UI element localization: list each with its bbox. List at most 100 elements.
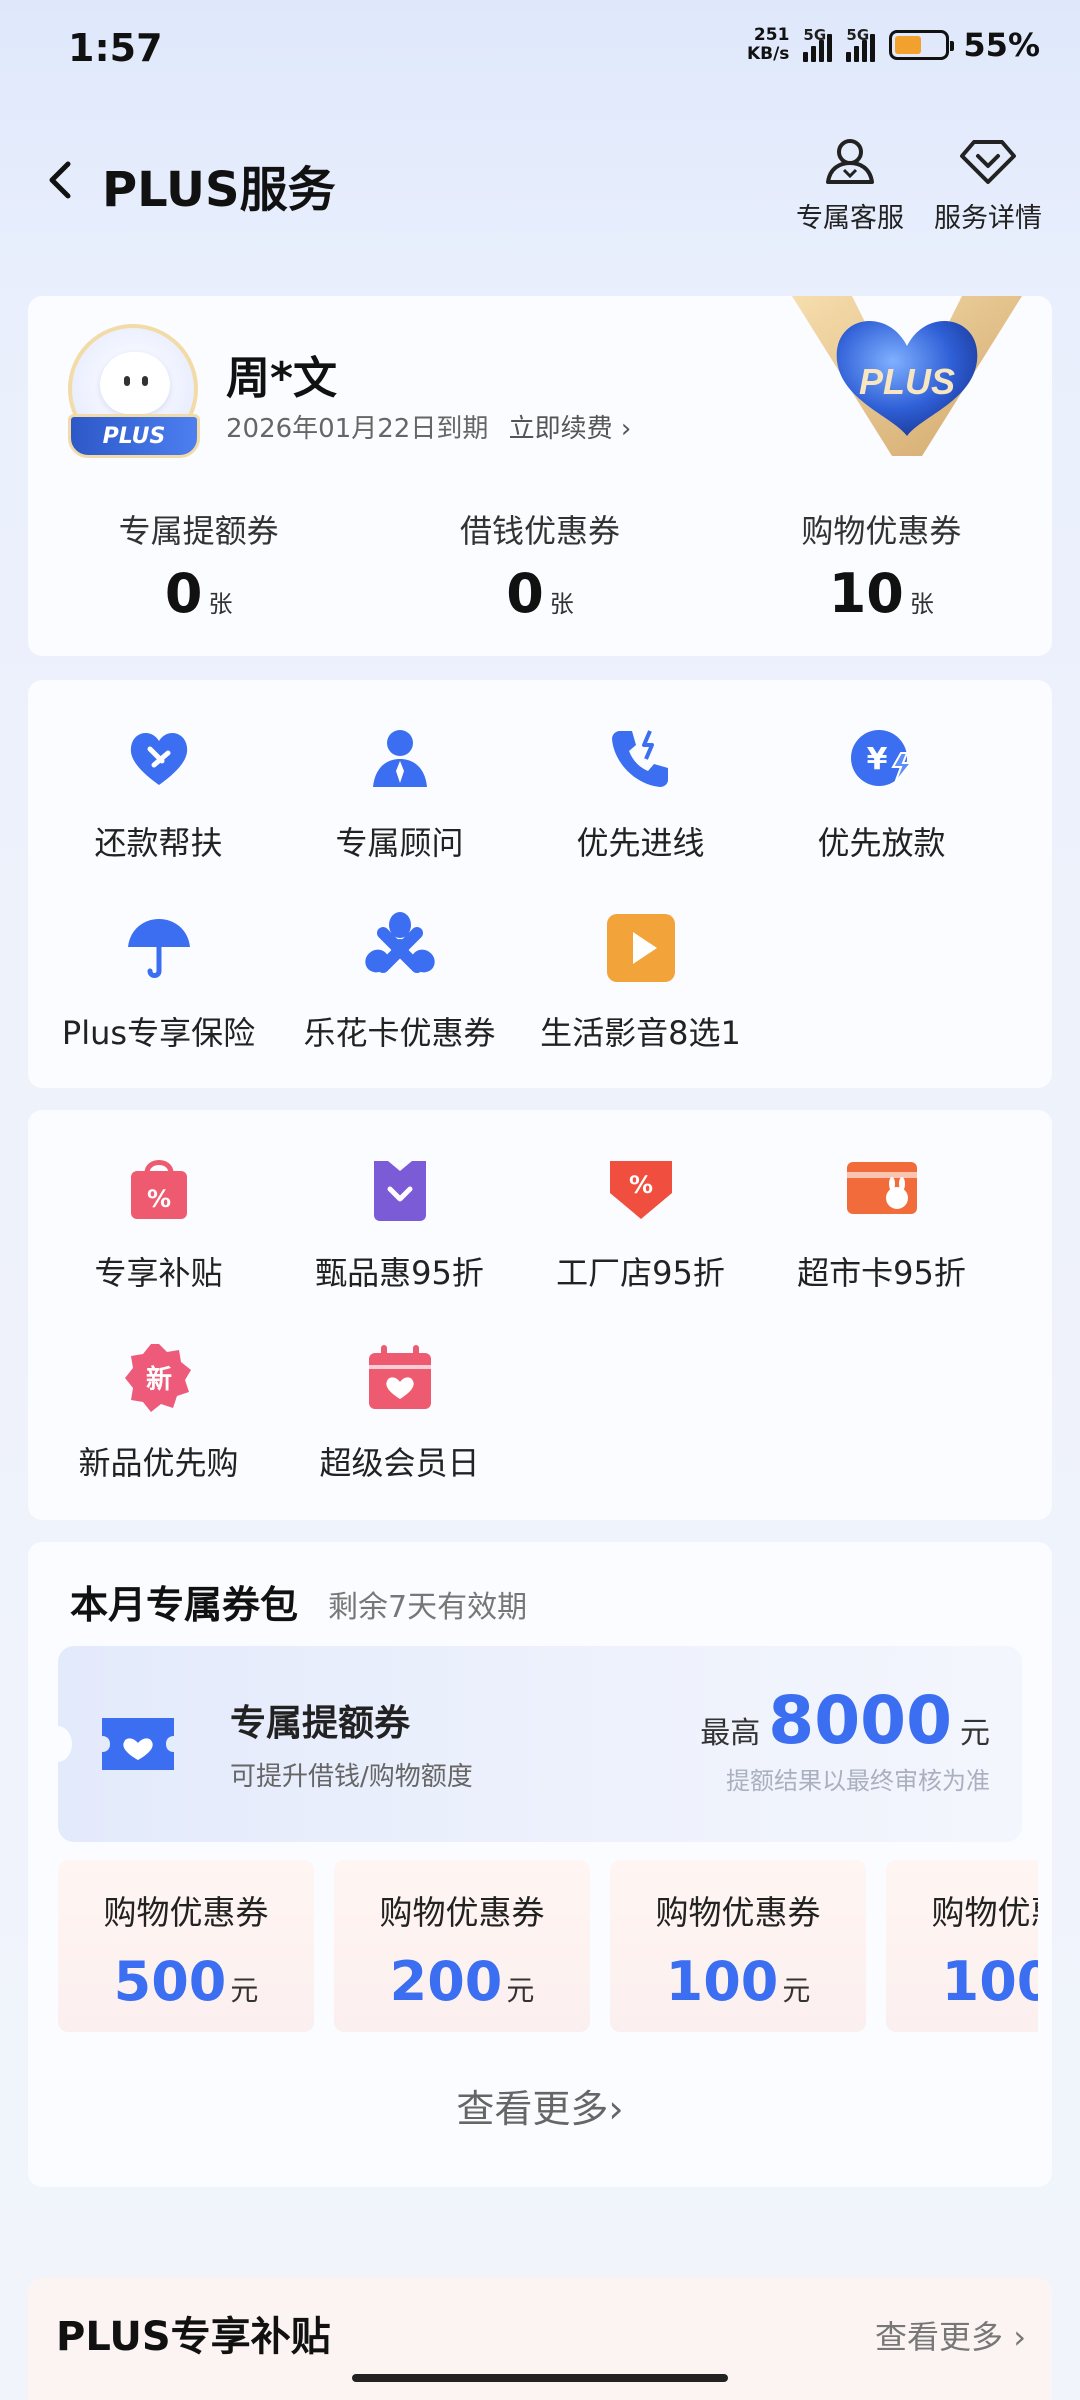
quota-coupon[interactable]: 专属提额券 可提升借钱/购物额度 最高 8000 元 提额结果以最终审核为准 <box>44 1646 1022 1842</box>
signal-icon: 5G <box>846 26 876 62</box>
view-more-coupons-link[interactable]: 查看更多› <box>28 2078 1052 2133</box>
service-repayment-help[interactable]: 还款帮扶 <box>38 718 279 908</box>
member-expiry: 2026年01月22日到期 <box>226 414 489 444</box>
coupon-item[interactable]: 购物优惠券 100元 <box>886 1860 1038 2032</box>
coupon-pack-title: 本月专属券包 <box>70 1583 299 1627</box>
nav-bar: PLUS服务 专属客服 服务详情 <box>0 120 1080 240</box>
customer-service-button[interactable]: 专属客服 <box>785 130 915 235</box>
service-label: 专属顾问 <box>335 824 464 862</box>
umbrella-icon <box>127 919 190 978</box>
plus-logo-icon: PLUS <box>792 296 1022 456</box>
shopping-card: % 专享补贴 甄品惠95折 % 工厂店95折 超市卡95折 新 新品优先购 超级… <box>28 1110 1052 1520</box>
quota-prefix: 最高 <box>700 1716 761 1751</box>
service-advisor[interactable]: 专属顾问 <box>279 718 520 908</box>
stat-quota-coupon[interactable]: 专属提额券 0张 <box>28 506 369 625</box>
stat-unit: 张 <box>549 590 574 618</box>
service-media-pick[interactable]: 生活影音8选1 <box>520 908 761 1098</box>
factory-tag-icon: % <box>609 1161 672 1219</box>
service-detail-button[interactable]: 服务详情 <box>923 130 1053 235</box>
stat-unit: 张 <box>208 590 233 618</box>
service-detail-icon <box>960 140 1016 184</box>
signal-icon: 5G <box>803 26 833 62</box>
quota-note: 提额结果以最终审核为准 <box>726 1767 990 1795</box>
quota-amount: 8000 <box>768 1682 952 1759</box>
coupon-item[interactable]: 购物优惠券 200 元 <box>334 1860 590 2032</box>
view-more-label: 查看更多 <box>456 2087 609 2131</box>
shop-label: 专享补贴 <box>94 1254 223 1292</box>
stat-value: 0 <box>506 562 544 625</box>
plus-logo-text: PLUS <box>859 361 955 402</box>
back-arrow-icon[interactable] <box>40 150 80 210</box>
page-title: PLUS服务 <box>102 162 336 218</box>
coupon-item[interactable]: 购物优惠券 500 元 <box>58 1860 314 2032</box>
customer-service-label: 专属客服 <box>796 203 904 234</box>
coupon-value: 100 <box>941 1950 1038 2013</box>
shop-new-arrivals[interactable]: 新 新品优先购 <box>38 1338 279 1528</box>
service-priority-loan[interactable]: ¥ 优先放款 <box>761 718 1002 908</box>
new-badge-icon: 新 <box>124 1344 191 1412</box>
yuan-lightning-icon: ¥ <box>850 730 913 786</box>
stat-loan-coupon[interactable]: 借钱优惠券 0张 <box>369 506 710 625</box>
shop-label: 超市卡95折 <box>797 1254 966 1292</box>
shop-exclusive-subsidy[interactable]: % 专享补贴 <box>38 1148 279 1338</box>
service-insurance[interactable]: Plus专享保险 <box>38 908 279 1098</box>
plus-member-badge: PLUS <box>68 414 200 458</box>
coupon-pack-card: 本月专属券包 剩余7天有效期 专属提额券 可提升借钱/购物额度 最高 8000 … <box>28 1542 1052 2187</box>
quota-description: 可提升借钱/购物额度 <box>230 1762 473 1792</box>
advisor-icon <box>372 730 427 787</box>
flower-card-icon <box>364 912 435 973</box>
svg-text:%: % <box>146 1185 170 1213</box>
quota-amount-block: 最高 8000 元 提额结果以最终审核为准 <box>700 1682 990 1796</box>
coupon-title: 购物优惠券 <box>655 1893 821 1932</box>
service-label: 优先放款 <box>817 824 946 862</box>
network-speed: 251 KB/s <box>747 26 789 64</box>
member-expiry-row: 2026年01月22日到期 立即续费 › <box>226 408 631 445</box>
battery-percent: 55% <box>963 26 1040 64</box>
supermarket-card-icon <box>846 1162 917 1214</box>
coupon-title: 购物优惠券 <box>379 1893 545 1932</box>
ticket-icon <box>102 1718 174 1770</box>
quota-title: 专属提额券 <box>230 1703 411 1744</box>
service-label: 生活影音8选1 <box>540 1014 741 1052</box>
battery-icon <box>889 30 955 60</box>
heart-handshake-icon <box>130 732 187 785</box>
shop-supermarket-card[interactable]: 超市卡95折 <box>761 1148 1002 1338</box>
network-speed-value: 251 <box>753 25 790 45</box>
service-priority-line[interactable]: 优先进线 <box>520 718 761 908</box>
shop-premium-discount[interactable]: 甄品惠95折 <box>279 1148 520 1338</box>
shop-super-member-day[interactable]: 超级会员日 <box>279 1338 520 1528</box>
status-bar: 1:57 251 KB/s 5G 5G 55% <box>0 0 1080 100</box>
coupon-unit: 元 <box>782 1974 811 2007</box>
status-time: 1:57 <box>68 26 163 70</box>
shop-label: 新品优先购 <box>78 1444 239 1482</box>
coupon-item[interactable]: 购物优惠券 100元 <box>610 1860 866 2032</box>
member-name: 周*文 <box>226 353 338 404</box>
stat-value: 0 <box>164 562 203 625</box>
coupon-unit: 元 <box>230 1974 259 2007</box>
coupon-list[interactable]: 购物优惠券 500元 购物优惠券 200元 购物优惠券 100元 购物优惠券 1… <box>58 1860 1038 2032</box>
home-indicator[interactable] <box>352 2374 728 2382</box>
coupon-value: 500 <box>113 1950 227 2013</box>
member-stats: 专属提额券 0张 借钱优惠券 0张 购物优惠券 10 张 <box>28 506 1052 625</box>
service-flower-card[interactable]: 乐花卡优惠券 <box>279 908 520 1098</box>
status-indicators: 251 KB/s 5G 5G 55% <box>747 26 1040 65</box>
gift-bag-icon <box>373 1161 426 1221</box>
shop-factory-discount[interactable]: % 工厂店95折 <box>520 1148 761 1338</box>
stat-unit: 张 <box>909 590 934 618</box>
renew-link[interactable]: 立即续费 › <box>509 414 632 444</box>
network-speed-unit: KB/s <box>746 44 790 64</box>
calendar-icon <box>368 1345 431 1409</box>
stat-shopping-coupon[interactable]: 购物优惠券 10 张 <box>711 506 1052 625</box>
subsidy-view-more-link[interactable]: 查看更多 › <box>875 2312 1026 2358</box>
customer-service-icon <box>826 139 874 184</box>
service-label: 还款帮扶 <box>94 824 223 862</box>
coupon-title: 购物优惠券 <box>931 1893 1039 1932</box>
stat-title: 专属提额券 <box>118 512 279 550</box>
subsidy-more-label: 查看更多 <box>875 2318 1004 2356</box>
coupon-value: 100 <box>665 1950 779 2013</box>
subsidy-title: PLUS专享补贴 <box>56 2314 331 2360</box>
svg-text:%: % <box>628 1171 652 1199</box>
services-card: 还款帮扶 专属顾问 优先进线 ¥ 优先放款 Plus专享保险 乐花卡优惠券 生活… <box>28 680 1052 1088</box>
coupon-pack-validity: 剩余7天有效期 <box>328 1590 528 1625</box>
phone-priority-icon <box>611 730 668 787</box>
